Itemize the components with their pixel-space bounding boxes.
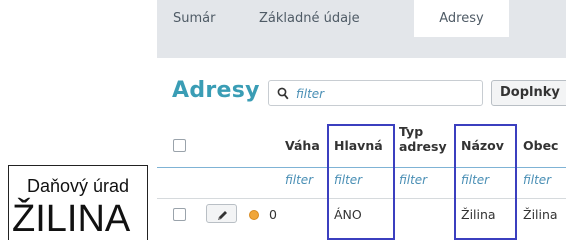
cell-weight: 0 bbox=[269, 207, 277, 222]
highlight-name-column bbox=[454, 124, 517, 240]
tab-addresses[interactable]: Adresy bbox=[414, 0, 509, 37]
tab-summary[interactable]: Sumár bbox=[173, 0, 215, 37]
search-box bbox=[268, 80, 483, 106]
page-title: Adresy bbox=[172, 78, 260, 103]
tab-underline bbox=[157, 37, 566, 58]
highlight-main-column bbox=[327, 124, 395, 240]
tab-bar: Sumár Základné údaje Adresy bbox=[157, 0, 566, 37]
tax-office-label: Daňový úrad ŽILINA bbox=[8, 165, 148, 240]
tax-office-line2: ŽILINA bbox=[12, 198, 131, 240]
select-all-checkbox[interactable] bbox=[173, 139, 186, 152]
header-city[interactable]: Obec bbox=[523, 138, 558, 153]
filter-weight[interactable]: filter bbox=[285, 173, 313, 187]
row-checkbox[interactable] bbox=[173, 208, 186, 221]
status-dot bbox=[249, 210, 259, 220]
extras-button[interactable]: Doplnky bbox=[491, 80, 566, 106]
search-input[interactable] bbox=[294, 84, 478, 104]
filter-city[interactable]: filter bbox=[523, 173, 551, 187]
filter-address-type[interactable]: filter bbox=[399, 173, 427, 187]
edit-button[interactable] bbox=[206, 204, 237, 223]
header-address-type-line2: adresy bbox=[399, 139, 447, 154]
cell-city: Žilina bbox=[523, 207, 558, 222]
header-address-type-line1: Typ bbox=[399, 124, 424, 139]
tax-office-line1: Daňový úrad bbox=[26, 176, 130, 196]
app-panel: Sumár Základné údaje Adresy Adresy Dopln… bbox=[157, 0, 566, 240]
header-weight[interactable]: Váha bbox=[285, 138, 320, 153]
tab-basic-info[interactable]: Základné údaje bbox=[259, 0, 360, 37]
pencil-icon bbox=[216, 207, 229, 226]
search-icon bbox=[277, 86, 289, 105]
header-address-type[interactable]: Typ adresy bbox=[399, 124, 447, 154]
